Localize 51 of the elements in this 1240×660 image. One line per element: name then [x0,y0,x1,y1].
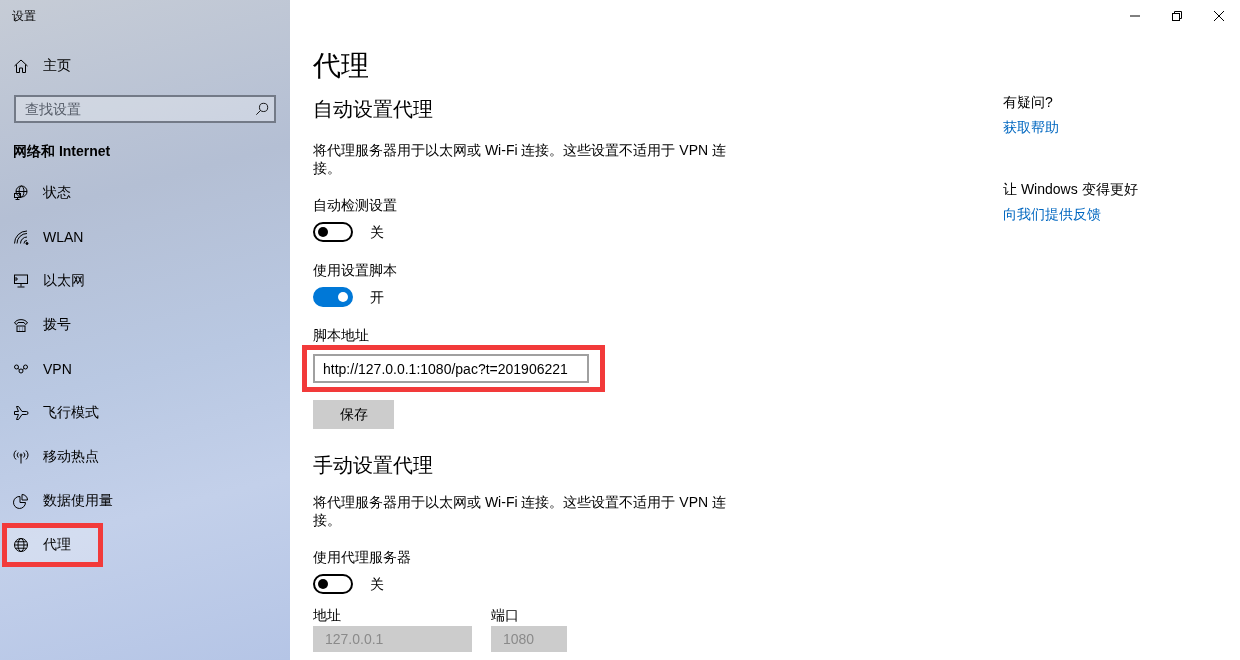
toggle-switch[interactable] [313,222,353,242]
help-link[interactable]: 向我们提供反馈 [1003,204,1101,224]
search-icon[interactable] [255,102,269,116]
home-icon [13,58,29,74]
field-label: 端口 [491,606,519,624]
nav-item[interactable]: 代理 [2,523,103,567]
close-icon[interactable] [1214,11,1224,21]
help-link[interactable]: 获取帮助 [1003,117,1059,137]
linked-circles-icon [13,361,29,377]
nav-item[interactable]: 飞行模式 [2,391,131,435]
field-label: 地址 [313,606,341,624]
page-title: 代理 [313,49,369,83]
wifi-icon [13,229,29,245]
text-field: 127.0.0.1 [313,626,472,652]
telephone-icon [13,317,29,333]
airplane-icon [13,405,29,421]
section-heading: 手动设置代理 [313,453,433,478]
nav-item[interactable]: 以太网 [2,259,117,303]
section-heading: 自动设置代理 [313,97,433,122]
setting-label: 脚本地址 [313,326,369,345]
description-text: 将代理服务器用于以太网或 Wi-Fi 连接。这些设置不适用于 VPN 连接。 [313,141,727,177]
toggle-state-text: 关 [370,575,384,594]
save-button[interactable]: 保存 [313,400,394,429]
globe-icon [13,537,29,553]
nav-item[interactable]: 数据使用量 [2,479,145,523]
setting-label: 使用设置脚本 [313,261,397,280]
help-heading: 有疑问? [1003,93,1053,112]
toggle-state-text: 开 [370,288,384,307]
text-field[interactable]: http://127.0.0.1:1080/pac?t=201906221 [313,354,589,383]
monitor-icon [13,273,29,289]
globe-monitor-icon [13,185,29,201]
antenna-icon [13,449,29,465]
restore-icon[interactable] [1172,11,1182,21]
search-field[interactable]: 查找设置 [14,95,276,123]
toggle-switch[interactable] [313,287,353,307]
help-heading: 让 Windows 变得更好 [1003,180,1138,199]
description-text: 将代理服务器用于以太网或 Wi-Fi 连接。这些设置不适用于 VPN 连接。 [313,493,727,529]
toggle-switch[interactable] [313,574,353,594]
text-field: 1080 [491,626,567,652]
nav-item[interactable]: 状态 [2,171,103,215]
nav-item[interactable]: 拨号 [2,303,103,347]
category-heading: 网络和 Internet [12,142,112,161]
setting-label: 使用代理服务器 [313,548,411,567]
toggle-state-text: 关 [370,223,384,242]
pie-chart-icon [13,493,29,509]
nav-item[interactable]: VPN [2,347,104,391]
nav-item[interactable]: WLAN [2,215,116,259]
setting-label: 自动检测设置 [313,196,397,215]
home-link[interactable]: 主页 [2,44,103,88]
window-title: 设置 [11,8,37,25]
nav-item[interactable]: 移动热点 [2,435,131,479]
